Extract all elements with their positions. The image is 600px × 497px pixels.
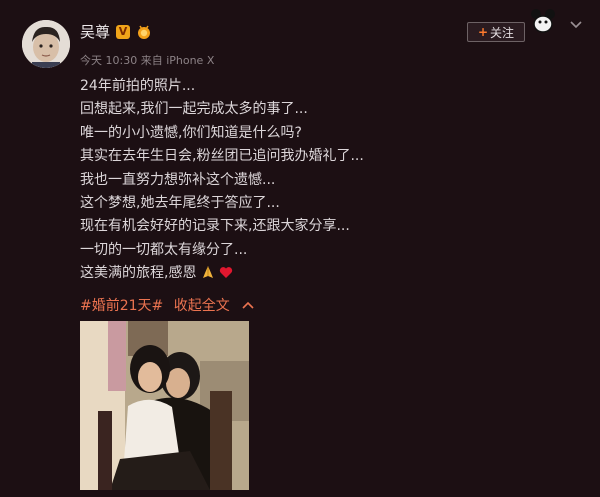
follow-button[interactable]: + 关注	[467, 22, 525, 42]
post-line: 唯一的小小遗憾,你们知道是什么吗?	[80, 124, 302, 141]
post-line: 现在有机会好好的记录下来,还跟大家分享...	[80, 218, 350, 235]
chevron-up-icon	[242, 301, 254, 309]
heart-icon	[220, 267, 233, 279]
post-meta: 今天 10:30 来自 iPhone X	[80, 52, 214, 68]
hashtag-row: #婚前21天# 收起全文	[80, 295, 260, 315]
post-line: 24年前拍的照片...	[80, 78, 196, 94]
mouse-cursor-icon	[531, 9, 555, 33]
post-line-last: 这美满的旅程,感恩	[80, 262, 364, 285]
username[interactable]: 吴尊	[80, 21, 110, 42]
post-line: 我也一直努力想弥补这个遗憾...	[80, 171, 276, 188]
post-line: 这美满的旅程,感恩	[80, 265, 197, 282]
username-row: 吴尊 V	[80, 21, 152, 42]
hashtag-link[interactable]: #婚前21天#	[80, 298, 163, 314]
chevron-down-icon[interactable]	[570, 20, 582, 30]
member-medal-icon	[136, 24, 152, 40]
post-line: 其实在去年生日会,粉丝团已追问我办婚礼了...	[80, 148, 364, 165]
post-line: 这个梦想,她去年尾终于答应了...	[80, 195, 280, 212]
collapse-label: 收起全文	[173, 298, 230, 314]
praying-hands-icon	[202, 266, 213, 279]
plus-icon: +	[477, 25, 489, 39]
post-line: 一切的一切都太有缘分了...	[80, 241, 248, 258]
follow-label: 关注	[490, 25, 515, 40]
post-text: 24年前拍的照片... 回想起来,我们一起完成太多的事了... 唯一的小小遗憾,…	[80, 75, 364, 286]
post-photo[interactable]	[80, 321, 249, 490]
collapse-link[interactable]: 收起全文	[174, 298, 254, 314]
post-source: 来自 iPhone X	[140, 54, 215, 67]
verified-badge-icon: V	[116, 24, 131, 39]
post-time[interactable]: 今天 10:30	[80, 54, 137, 67]
post-line: 回想起来,我们一起完成太多的事了...	[80, 101, 308, 118]
weibo-post: 吴尊 V 今天 10:30 来自 iPhone X + 关注 24年前拍的照片.…	[0, 0, 600, 497]
avatar[interactable]	[22, 20, 70, 68]
